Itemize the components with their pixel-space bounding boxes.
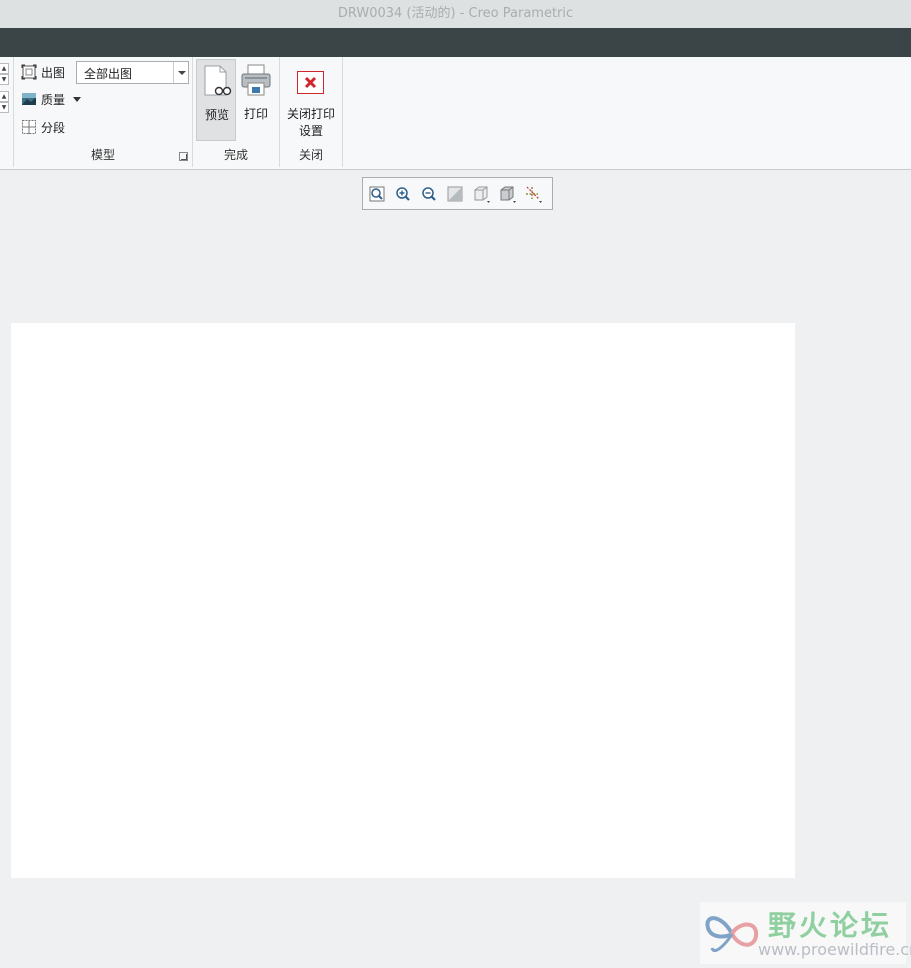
zoom-in-icon[interactable] (393, 184, 413, 204)
preview-icon (202, 64, 232, 101)
quality-button[interactable]: 质量 (21, 88, 82, 110)
close-print-settings-label-line2: 设置 (298, 124, 323, 138)
watermark: 野火论坛 www.proewildfire.cn (700, 902, 911, 964)
close-print-settings-label-line1: 关闭打印 (286, 107, 335, 121)
watermark-url: www.proewildfire.cn (758, 940, 911, 959)
print-label: 打印 (243, 107, 268, 121)
segment-label: 分段 (41, 120, 66, 135)
window-title: DRW0034 (活动的) - Creo Parametric (0, 0, 911, 28)
finish-group-label: 完成 (223, 148, 248, 162)
chevron-down-icon (73, 96, 82, 102)
refit-icon[interactable] (445, 184, 465, 204)
model-group: 出图 质量 分段 全部出图 模型 (13, 57, 193, 167)
display-style-icon[interactable] (497, 184, 517, 204)
output-select-value: 全部出图 (84, 67, 133, 81)
print-button[interactable]: 打印 (236, 59, 276, 141)
output-button[interactable]: 出图 (21, 61, 65, 83)
finish-group: 预览 打印 完成 (193, 57, 280, 167)
close-x-icon (297, 71, 324, 94)
dropdown-arrow-icon[interactable] (173, 62, 188, 83)
dialog-launcher-icon[interactable] (179, 152, 188, 161)
spin-down-button[interactable]: ▼ (0, 74, 9, 85)
model-group-label: 模型 (90, 148, 115, 162)
output-frame-icon (21, 64, 37, 80)
spin-up-button[interactable]: ▲ (0, 63, 9, 74)
ribbon-tab-band (0, 28, 911, 57)
close-group-label: 关闭 (298, 148, 323, 162)
ribbon: ▲ ▼ ▲ ▼ 出图 质量 分段 全部出图 模型 预览 打印 完成 关闭打印 设… (0, 57, 911, 170)
spin-down-button-2[interactable]: ▼ (0, 102, 9, 113)
spin-up-button-2[interactable]: ▲ (0, 91, 9, 102)
ribbon-scroll-strip: ▲ ▼ ▲ ▼ (0, 63, 9, 113)
close-print-settings-label: 关闭打印 设置 (280, 106, 342, 140)
output-label: 出图 (41, 65, 66, 80)
drawing-preview-canvas[interactable] (11, 323, 795, 878)
view-toolbar (362, 177, 553, 210)
preview-button[interactable]: 预览 (196, 59, 236, 141)
butterfly-logo-icon (702, 908, 762, 963)
watermark-title: 野火论坛 (768, 909, 893, 942)
printer-icon (239, 63, 273, 100)
quality-icon (21, 91, 37, 107)
zoom-out-icon[interactable] (419, 184, 439, 204)
output-select[interactable]: 全部出图 (76, 61, 189, 84)
zoom-fit-icon[interactable] (367, 184, 387, 204)
datum-display-icon[interactable] (523, 184, 543, 204)
close-print-settings-button[interactable]: 关闭打印 设置 (287, 59, 335, 141)
saved-views-icon[interactable] (471, 184, 491, 204)
close-group: 关闭打印 设置 关闭 (280, 57, 343, 167)
segment-button[interactable]: 分段 (21, 116, 65, 138)
quality-label: 质量 (41, 92, 66, 107)
segment-grid-icon (21, 119, 37, 135)
